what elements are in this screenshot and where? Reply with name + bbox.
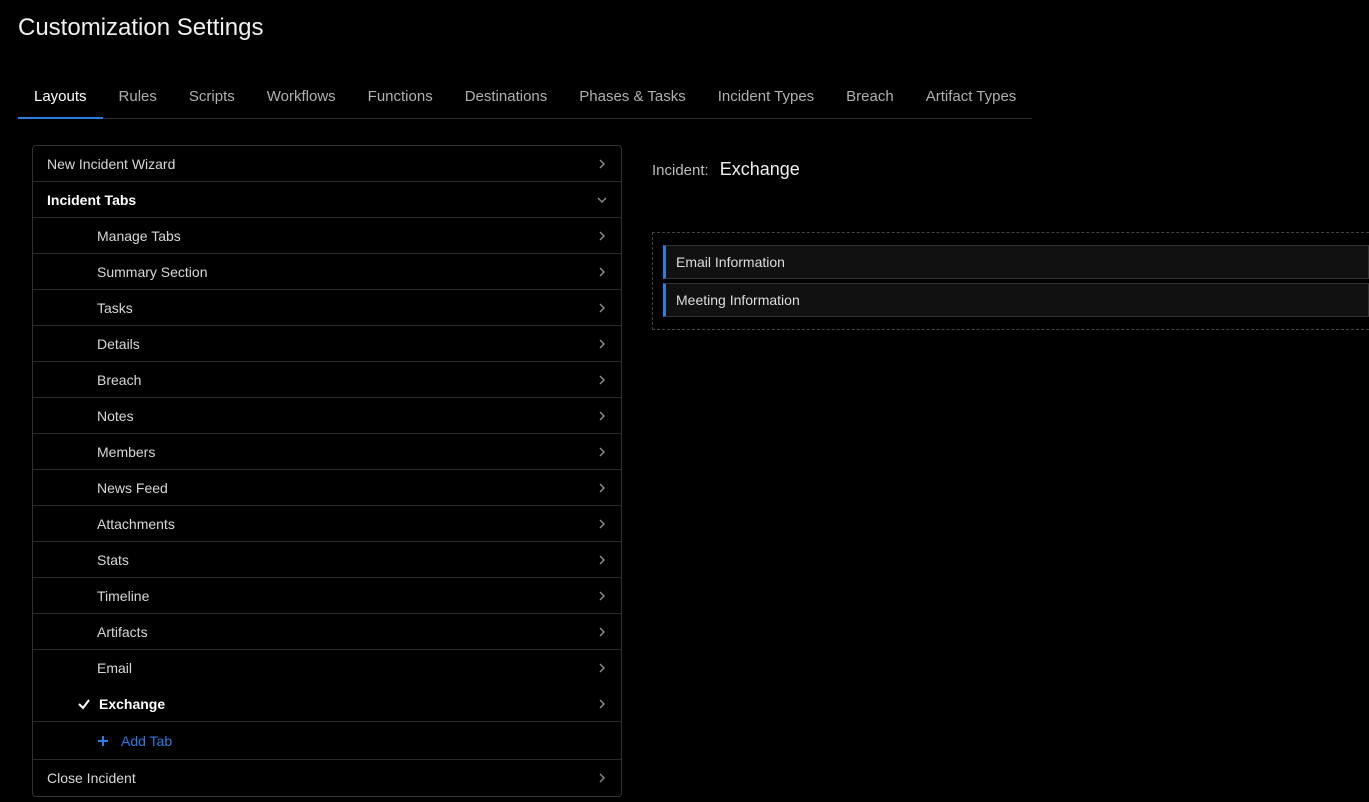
layout-sidebar: New Incident Wizard Incident Tabs Manage… — [32, 145, 622, 797]
main-panel: Incident: Exchange Email Information Meet… — [622, 145, 1369, 797]
tab-rules[interactable]: Rules — [103, 78, 173, 119]
check-icon — [77, 697, 91, 711]
sidebar-item-label: News Feed — [97, 480, 168, 496]
chevron-right-icon — [597, 447, 607, 457]
sidebar-item-incident-tabs[interactable]: Incident Tabs — [33, 182, 621, 218]
content-area: New Incident Wizard Incident Tabs Manage… — [0, 119, 1369, 797]
tab-incident-types[interactable]: Incident Types — [702, 78, 830, 119]
sidebar-item-manage-tabs[interactable]: Manage Tabs — [33, 218, 621, 254]
chevron-right-icon — [597, 627, 607, 637]
main-header-prefix: Incident: — [652, 162, 709, 179]
sidebar-item-label: Tasks — [97, 300, 133, 316]
sidebar-item-breach[interactable]: Breach — [33, 362, 621, 398]
sidebar-item-label: Stats — [97, 552, 129, 568]
add-tab-button[interactable]: Add Tab — [97, 733, 172, 749]
chevron-right-icon — [597, 555, 607, 565]
tab-artifact-types[interactable]: Artifact Types — [910, 78, 1033, 119]
chevron-right-icon — [597, 231, 607, 241]
sidebar-item-label: Manage Tabs — [97, 228, 181, 244]
chevron-right-icon — [597, 411, 607, 421]
chevron-right-icon — [597, 773, 607, 783]
tab-layouts[interactable]: Layouts — [18, 78, 103, 119]
sidebar-item-stats[interactable]: Stats — [33, 542, 621, 578]
chevron-right-icon — [597, 339, 607, 349]
tabbar: LayoutsRulesScriptsWorkflowsFunctionsDes… — [0, 48, 1369, 119]
sidebar-item-label: Incident Tabs — [47, 192, 136, 208]
add-tab-label: Add Tab — [121, 733, 172, 749]
tab-phases-tasks[interactable]: Phases & Tasks — [563, 78, 701, 119]
tab-scripts[interactable]: Scripts — [173, 78, 251, 119]
chevron-right-icon — [597, 519, 607, 529]
chevron-right-icon — [597, 375, 607, 385]
section-item-email-information[interactable]: Email Information — [663, 245, 1369, 279]
chevron-right-icon — [597, 591, 607, 601]
section-item-meeting-information[interactable]: Meeting Information — [663, 283, 1369, 317]
chevron-down-icon — [597, 195, 607, 205]
sidebar-item-members[interactable]: Members — [33, 434, 621, 470]
chevron-right-icon — [597, 699, 607, 709]
sidebar-item-label: Details — [97, 336, 140, 352]
main-header-title: Exchange — [720, 159, 800, 179]
sidebar-item-label: Summary Section — [97, 264, 207, 280]
sidebar-item-label: Close Incident — [47, 770, 136, 786]
add-tab-row: Add Tab — [33, 722, 621, 760]
chevron-right-icon — [597, 303, 607, 313]
sidebar-item-label: New Incident Wizard — [47, 156, 175, 172]
sidebar-item-news-feed[interactable]: News Feed — [33, 470, 621, 506]
sidebar-item-label: Exchange — [99, 696, 165, 712]
page-title: Customization Settings — [0, 0, 1369, 48]
sidebar-item-exchange[interactable]: Exchange — [33, 686, 621, 722]
main-header: Incident: Exchange — [652, 145, 1369, 180]
plus-icon — [97, 735, 109, 747]
tab-breach[interactable]: Breach — [830, 78, 910, 119]
sidebar-item-close-incident[interactable]: Close Incident — [33, 760, 621, 796]
tab-destinations[interactable]: Destinations — [449, 78, 564, 119]
chevron-right-icon — [597, 159, 607, 169]
sidebar-item-email[interactable]: Email — [33, 650, 621, 686]
sidebar-item-label: Members — [97, 444, 155, 460]
sidebar-item-label: Timeline — [97, 588, 149, 604]
chevron-right-icon — [597, 663, 607, 673]
sidebar-item-new-incident-wizard[interactable]: New Incident Wizard — [33, 146, 621, 182]
sidebar-item-summary-section[interactable]: Summary Section — [33, 254, 621, 290]
sidebar-item-label: Email — [97, 660, 132, 676]
sidebar-item-notes[interactable]: Notes — [33, 398, 621, 434]
sidebar-item-details[interactable]: Details — [33, 326, 621, 362]
tab-workflows[interactable]: Workflows — [251, 78, 352, 119]
sidebar-item-artifacts[interactable]: Artifacts — [33, 614, 621, 650]
section-drop-area[interactable]: Email Information Meeting Information — [652, 232, 1369, 330]
sidebar-item-label: Artifacts — [97, 624, 148, 640]
chevron-right-icon — [597, 483, 607, 493]
sidebar-item-label: Breach — [97, 372, 141, 388]
sidebar-item-label: Attachments — [97, 516, 175, 532]
sidebar-item-tasks[interactable]: Tasks — [33, 290, 621, 326]
sidebar-item-label: Notes — [97, 408, 134, 424]
chevron-right-icon — [597, 267, 607, 277]
tab-functions[interactable]: Functions — [352, 78, 449, 119]
sidebar-item-timeline[interactable]: Timeline — [33, 578, 621, 614]
sidebar-item-attachments[interactable]: Attachments — [33, 506, 621, 542]
